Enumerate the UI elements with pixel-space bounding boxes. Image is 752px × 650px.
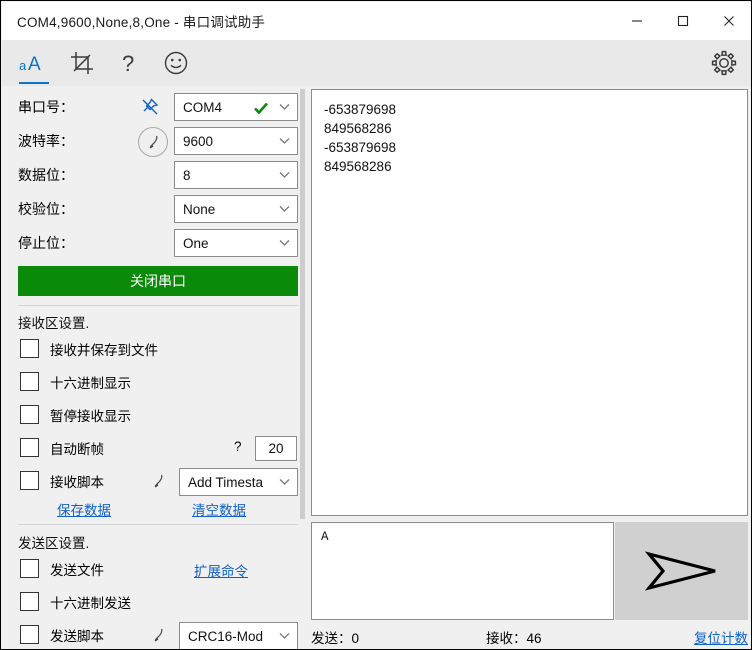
toolbar: a A ? (2, 40, 751, 86)
checkbox-row-receive-script[interactable]: 接收脚本 Add Timesta (2, 466, 305, 497)
active-indicator (19, 82, 49, 84)
send-button[interactable] (615, 522, 748, 620)
chevron-down-icon (279, 478, 290, 486)
settings-scrollbar[interactable] (300, 89, 305, 519)
databits-select[interactable]: 8 (174, 161, 298, 189)
extend-command-link[interactable]: 扩展命令 (194, 560, 248, 580)
chevron-down-icon (279, 171, 290, 179)
checkbox-save-to-file[interactable] (20, 339, 39, 358)
checkbox-row-hex-send[interactable]: 十六进制发送 (2, 587, 305, 618)
pin-icon[interactable] (140, 97, 160, 120)
save-data-link[interactable]: 保存数据 (57, 499, 111, 519)
parity-value: None (183, 201, 216, 217)
checkbox-label-hex-display: 十六进制显示 (50, 376, 131, 391)
field-row-port: 串口号： COM4 (2, 90, 305, 124)
checkbox-hex-send[interactable] (20, 592, 39, 611)
port-select[interactable]: COM4 (174, 93, 298, 121)
checkbox-label-pause-display: 暂停接收显示 (50, 409, 131, 424)
serial-debug-window: COM4,9600,None,8,One - 串口调试助手 a A ? 串口号：… (0, 0, 752, 650)
auto-frame-timeout-input[interactable]: 20 (255, 436, 297, 461)
checkbox-pause-display[interactable] (20, 405, 39, 424)
checkbox-label-send-file: 发送文件 (50, 563, 104, 578)
clear-data-link[interactable]: 清空数据 (192, 499, 246, 519)
checkbox-label-send-script: 发送脚本 (50, 629, 104, 644)
checkbox-label-auto-frame: 自动断帧 (50, 442, 104, 457)
status-bar: 发送：0 接收：46 复位计数 (311, 623, 748, 649)
receive-script-select[interactable]: Add Timesta (179, 468, 298, 496)
chevron-down-icon (279, 103, 290, 111)
svg-text:?: ? (122, 51, 134, 76)
maximize-button[interactable] (660, 2, 706, 40)
send-settings-title: 发送区设置. (18, 536, 90, 551)
checkbox-label-receive-script: 接收脚本 (50, 475, 104, 490)
chevron-down-icon (279, 632, 290, 640)
stopbits-select[interactable]: One (174, 229, 298, 257)
checkbox-hex-display[interactable] (20, 372, 39, 391)
checkbox-send-script[interactable] (20, 625, 39, 644)
receive-script-pen-icon[interactable] (150, 473, 166, 492)
chevron-down-icon (279, 205, 290, 213)
send-script-pen-icon[interactable] (150, 627, 166, 646)
field-row-baud: 波特率： 9600 (2, 124, 305, 158)
sent-count: 发送：0 (311, 631, 360, 646)
chevron-down-icon (279, 137, 290, 145)
checkbox-receive-script[interactable] (20, 471, 39, 490)
checkbox-label-save-to-file: 接收并保存到文件 (50, 343, 158, 358)
field-row-parity: 校验位： None (2, 192, 305, 226)
field-label-stopbits: 停止位： (18, 235, 74, 251)
field-label-baud: 波特率： (18, 133, 74, 149)
checkbox-row-auto-frame[interactable]: 自动断帧 ? 20 (2, 433, 305, 464)
checkbox-row-send-script[interactable]: 发送脚本 CRC16-Mod (2, 620, 305, 649)
smiley-icon[interactable] (154, 46, 198, 80)
baud-select[interactable]: 9600 (174, 127, 298, 155)
checkbox-label-hex-send: 十六进制发送 (50, 596, 131, 611)
title-bar: COM4,9600,None,8,One - 串口调试助手 (2, 2, 751, 40)
svg-text:a: a (19, 58, 27, 73)
receive-settings-title: 接收区设置. (18, 316, 90, 331)
field-row-stopbits: 停止位： One (2, 226, 305, 260)
checkbox-auto-frame[interactable] (20, 438, 39, 457)
receive-text: -653879698 849568286 -653879698 84956828… (324, 102, 397, 174)
field-label-parity: 校验位： (18, 201, 74, 217)
minimize-button[interactable] (614, 2, 660, 40)
receive-display-area[interactable]: -653879698 849568286 -653879698 84956828… (311, 89, 748, 516)
receive-script-value: Add Timesta (188, 474, 264, 490)
connected-check-icon (253, 100, 269, 119)
window-controls (614, 2, 751, 40)
send-script-value: CRC16-Mod (188, 628, 264, 644)
auto-frame-help-icon[interactable]: ? (234, 439, 242, 454)
gear-icon[interactable] (702, 46, 746, 80)
field-label-databits: 数据位： (18, 167, 74, 183)
help-icon[interactable]: ? (106, 46, 150, 80)
checkbox-row-save-to-file[interactable]: 接收并保存到文件 (2, 334, 305, 365)
received-count: 接收：46 (486, 631, 542, 646)
send-text: A (321, 530, 329, 544)
chevron-down-icon (279, 239, 290, 247)
reset-count-link[interactable]: 复位计数 (694, 627, 748, 647)
svg-text:A: A (28, 54, 41, 75)
field-row-databits: 数据位： 8 (2, 158, 305, 192)
send-input-area[interactable]: A (311, 522, 614, 620)
baud-pen-icon[interactable] (138, 127, 168, 157)
close-button[interactable] (706, 2, 751, 40)
crop-icon[interactable] (60, 46, 104, 80)
divider (18, 524, 298, 525)
databits-value: 8 (183, 167, 191, 183)
send-script-select[interactable]: CRC16-Mod (179, 622, 298, 649)
checkbox-row-send-file[interactable]: 发送文件 扩展命令 (2, 554, 305, 585)
window-title: COM4,9600,None,8,One - 串口调试助手 (17, 15, 266, 30)
send-icon (644, 551, 715, 591)
toggle-port-button[interactable]: 关闭串口 (18, 266, 298, 296)
parity-select[interactable]: None (174, 195, 298, 223)
divider (18, 305, 298, 306)
checkbox-row-pause-display[interactable]: 暂停接收显示 (2, 400, 305, 431)
checkbox-send-file[interactable] (20, 559, 39, 578)
stopbits-value: One (183, 235, 209, 251)
checkbox-row-hex-display[interactable]: 十六进制显示 (2, 367, 305, 398)
field-label-port: 串口号： (18, 99, 74, 115)
font-size-icon[interactable]: a A (12, 46, 56, 84)
settings-panel: 串口号： COM4 波特率： 9600 数据位： 8 校验位： None 停止位… (2, 86, 305, 649)
baud-value: 9600 (183, 133, 214, 149)
port-value: COM4 (183, 99, 223, 115)
